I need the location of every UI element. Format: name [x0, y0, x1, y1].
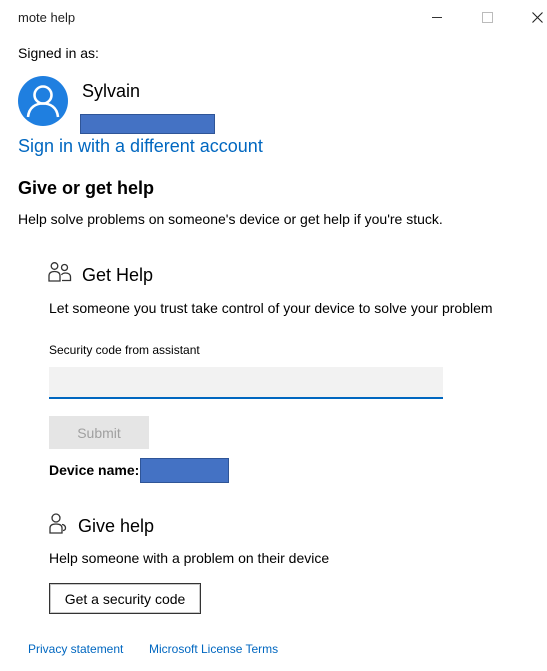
security-code-input[interactable]	[49, 367, 443, 399]
window-title: mote help	[18, 10, 76, 25]
give-help-description: Help someone with a problem on their dev…	[49, 550, 330, 566]
get-help-title: Get Help	[82, 265, 154, 285]
privacy-statement-link[interactable]: Privacy statement	[28, 642, 123, 656]
close-button[interactable]	[514, 0, 547, 34]
minimize-button[interactable]	[414, 0, 460, 34]
person-help-icon	[48, 513, 68, 540]
page-heading: Give or get help	[18, 178, 155, 198]
get-security-code-button[interactable]: Get a security code	[49, 583, 201, 614]
submit-button[interactable]: Submit	[49, 416, 149, 449]
redacted-device-name	[140, 458, 229, 483]
user-name: Sylvain	[82, 81, 141, 101]
maximize-button[interactable]	[464, 0, 510, 34]
get-help-description: Let someone you trust take control of yo…	[49, 300, 493, 316]
signed-in-label: Signed in as:	[18, 45, 99, 61]
people-icon	[48, 261, 72, 290]
minimize-icon	[432, 16, 442, 18]
license-terms-link[interactable]: Microsoft License Terms	[149, 642, 278, 656]
close-icon	[531, 11, 543, 23]
maximize-icon	[481, 11, 493, 23]
avatar	[18, 76, 68, 126]
user-icon	[26, 85, 60, 118]
page-description: Help solve problems on someone's device …	[18, 211, 443, 227]
give-help-title: Give help	[78, 516, 155, 536]
redacted-email	[80, 114, 215, 134]
device-name-label: Device name:	[49, 462, 140, 478]
security-code-label: Security code from assistant	[49, 343, 200, 357]
sign-in-different-account-link[interactable]: Sign in with a different account	[18, 136, 263, 157]
